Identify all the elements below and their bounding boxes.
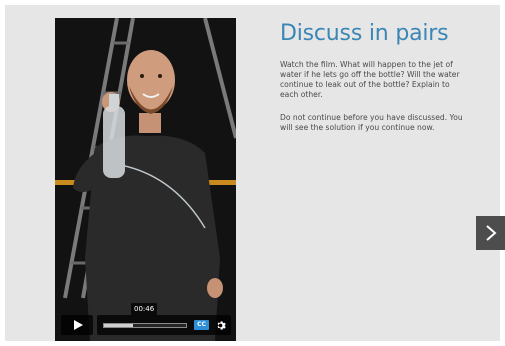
play-icon	[73, 320, 83, 330]
video-controls: 00:46 CC	[61, 303, 231, 335]
cc-button[interactable]: CC	[194, 320, 209, 330]
warning-text: Do not continue before you have discusse…	[280, 113, 463, 132]
instruction-text: Watch the film. What will happen to the …	[280, 60, 460, 99]
current-time: 00:46	[131, 303, 158, 315]
video-frame	[55, 18, 236, 341]
settings-button[interactable]	[213, 318, 227, 332]
progress-bar[interactable]	[103, 323, 187, 328]
progress-fill	[104, 324, 133, 327]
chevron-right-icon	[485, 225, 497, 241]
control-bar: 00:46 CC	[97, 303, 231, 335]
next-button[interactable]	[476, 216, 505, 250]
page-title: Discuss in pairs	[280, 21, 449, 46]
video-player[interactable]: 00:46 CC	[55, 18, 236, 341]
play-button[interactable]	[61, 315, 93, 335]
gear-icon	[217, 320, 226, 330]
